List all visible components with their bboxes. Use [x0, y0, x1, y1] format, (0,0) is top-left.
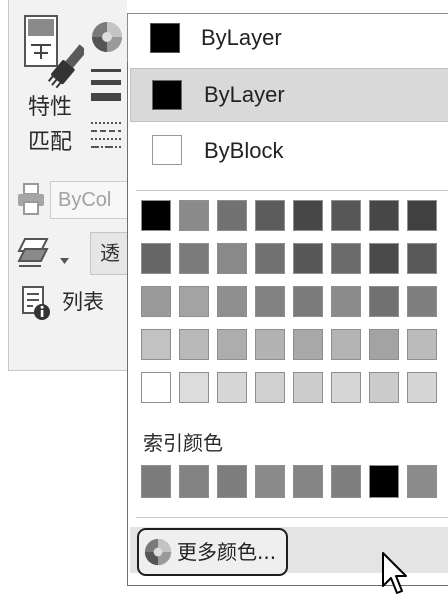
standard-color-swatch[interactable]	[369, 372, 399, 403]
standard-color-swatch[interactable]	[293, 243, 323, 274]
standard-color-swatch[interactable]	[293, 329, 323, 360]
color-option-label: ByBlock	[204, 138, 284, 163]
mouse-pointer-icon	[381, 551, 407, 597]
standard-color-swatch[interactable]	[217, 329, 247, 360]
standard-color-swatch[interactable]	[369, 329, 399, 360]
standard-color-swatch[interactable]	[141, 243, 171, 274]
divider	[136, 517, 448, 518]
standard-color-swatch[interactable]	[255, 329, 285, 360]
list-label: 列表	[62, 290, 104, 314]
standard-color-swatch[interactable]	[141, 329, 171, 360]
standard-color-swatch[interactable]	[179, 286, 209, 317]
standard-color-swatch[interactable]	[293, 200, 323, 231]
standard-color-swatch[interactable]	[407, 200, 437, 231]
more-colors-button[interactable]: 更多颜色...	[137, 528, 288, 576]
index-color-swatch[interactable]	[179, 465, 209, 498]
match-properties-label-line2: 匹配	[28, 130, 73, 155]
standard-color-swatch[interactable]	[141, 200, 171, 231]
printer-icon	[16, 182, 46, 216]
standard-color-swatch[interactable]	[331, 372, 361, 403]
standard-color-swatch[interactable]	[331, 200, 361, 231]
standard-color-swatch[interactable]	[369, 200, 399, 231]
index-color-swatch[interactable]	[255, 465, 285, 498]
standard-color-swatch[interactable]	[293, 372, 323, 403]
standard-color-grid	[141, 200, 437, 403]
standard-color-swatch[interactable]	[217, 372, 247, 403]
transparency-icon[interactable]	[17, 235, 49, 269]
chevron-down-icon[interactable]	[60, 251, 69, 264]
standard-color-swatch[interactable]	[255, 200, 285, 231]
standard-color-swatch[interactable]	[407, 286, 437, 317]
standard-color-swatch[interactable]	[217, 286, 247, 317]
standard-color-swatch[interactable]	[293, 286, 323, 317]
color-dropdown-list: ByLayer ByBlock 索引颜色 更多颜色...	[127, 62, 448, 586]
standard-color-swatch[interactable]	[369, 286, 399, 317]
index-color-swatch[interactable]	[369, 465, 399, 498]
standard-color-swatch[interactable]	[369, 243, 399, 274]
selected-color-label: ByLayer	[201, 25, 282, 50]
color-option-byblock[interactable]: ByBlock	[130, 125, 448, 177]
properties-panel: 特性 匹配 ByCol 透 列表	[0, 0, 140, 372]
match-properties-button[interactable]: 特性 匹配	[18, 6, 88, 166]
linetype-icon[interactable]	[90, 119, 122, 153]
standard-color-swatch[interactable]	[255, 286, 285, 317]
standard-color-swatch[interactable]	[179, 243, 209, 274]
color-swatch	[152, 135, 182, 165]
index-color-swatch[interactable]	[217, 465, 247, 498]
divider	[136, 190, 448, 191]
standard-color-swatch[interactable]	[217, 200, 247, 231]
standard-color-swatch[interactable]	[407, 243, 437, 274]
index-color-swatch[interactable]	[331, 465, 361, 498]
standard-color-swatch[interactable]	[255, 243, 285, 274]
color-option-bylayer[interactable]: ByLayer	[130, 68, 448, 122]
index-colors-heading: 索引颜色	[143, 431, 223, 455]
color-combo-box[interactable]: ByLayer	[127, 13, 448, 63]
index-color-row	[141, 465, 437, 498]
match-properties-label: 特性	[28, 95, 73, 120]
standard-color-swatch[interactable]	[179, 200, 209, 231]
color-swatch	[152, 80, 182, 110]
standard-color-swatch[interactable]	[331, 286, 361, 317]
index-color-swatch[interactable]	[141, 465, 171, 498]
index-color-swatch[interactable]	[407, 465, 437, 498]
lineweight-icon[interactable]	[90, 66, 122, 106]
standard-color-swatch[interactable]	[407, 329, 437, 360]
color-wheel-icon[interactable]	[91, 21, 123, 53]
standard-color-swatch[interactable]	[255, 372, 285, 403]
standard-color-swatch[interactable]	[407, 372, 437, 403]
list-button[interactable]: 列表	[18, 283, 118, 323]
selected-color-swatch	[150, 23, 180, 53]
standard-color-swatch[interactable]	[179, 329, 209, 360]
standard-color-swatch[interactable]	[141, 372, 171, 403]
standard-color-swatch[interactable]	[217, 243, 247, 274]
more-colors-label: 更多颜色...	[177, 540, 277, 564]
list-info-icon	[21, 285, 51, 321]
standard-color-swatch[interactable]	[179, 372, 209, 403]
standard-color-swatch[interactable]	[331, 243, 361, 274]
match-properties-icon	[22, 14, 88, 92]
color-option-label: ByLayer	[204, 82, 285, 107]
standard-color-swatch[interactable]	[141, 286, 171, 317]
standard-color-swatch[interactable]	[331, 329, 361, 360]
color-wheel-icon	[144, 538, 172, 566]
index-color-swatch[interactable]	[293, 465, 323, 498]
